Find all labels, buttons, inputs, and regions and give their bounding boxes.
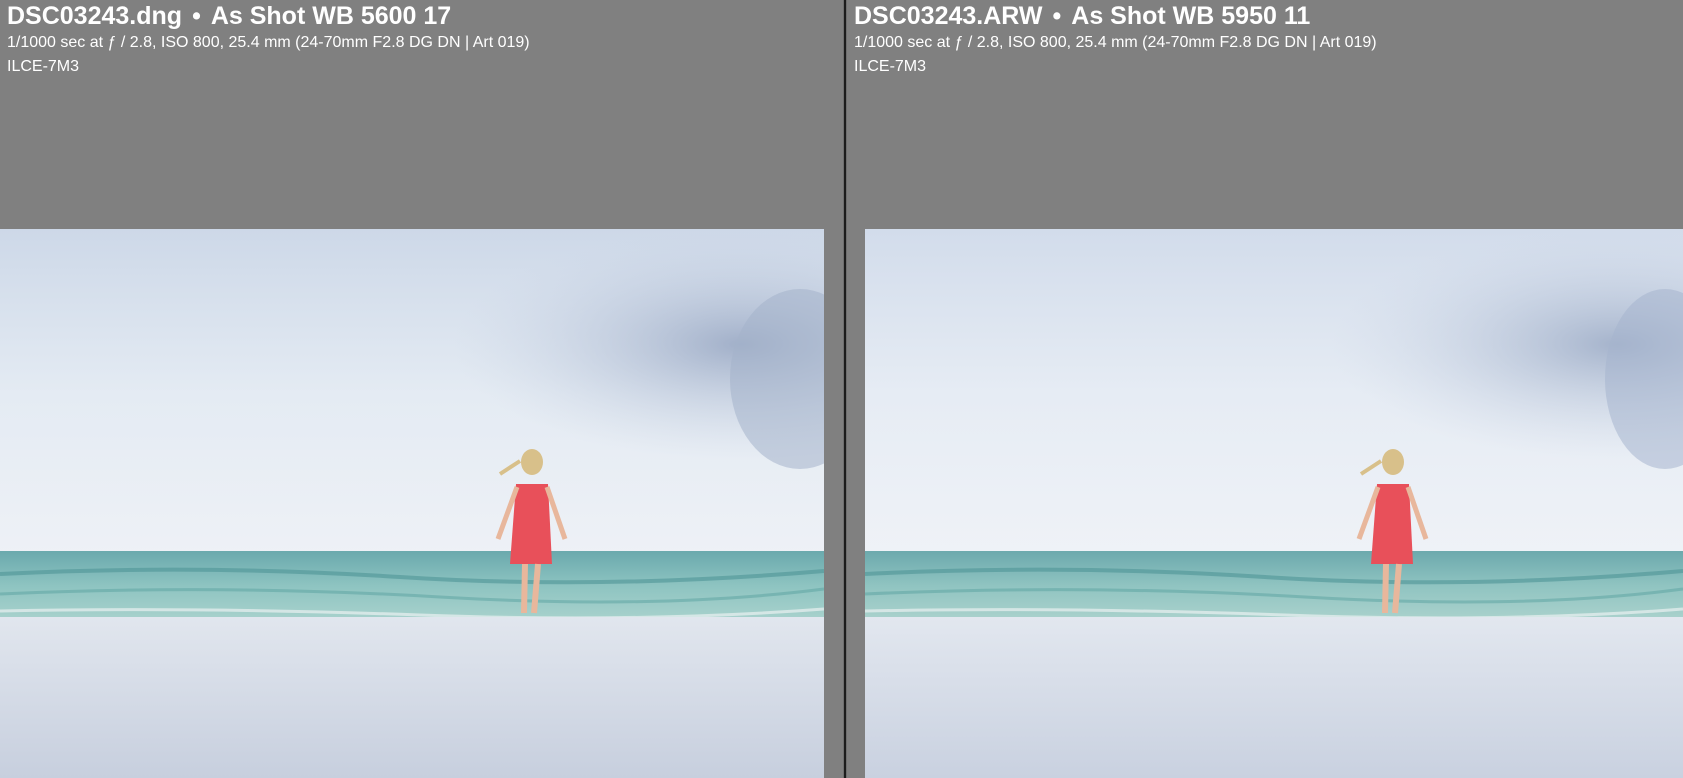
title-separator: • (192, 2, 201, 30)
camera-model: ILCE-7M3 (7, 58, 80, 75)
photo-info-overlay: DSC03243.dng • As Shot WB 5600 17 1/1000 s… (7, 0, 530, 79)
filename: DSC03243.ARW (854, 2, 1043, 30)
photo-title: DSC03243.dng • As Shot WB 5600 17 (7, 1, 530, 31)
camera-model: ILCE-7M3 (854, 58, 927, 75)
exposure-info: 1/1000 sec at ƒ / 2.8, ISO 800, 25.4 mm … (854, 34, 1377, 51)
exposure-info: 1/1000 sec at ƒ / 2.8, ISO 800, 25.4 mm … (7, 34, 530, 51)
candidate-panel[interactable]: DSC03243.ARW • As Shot WB 5950 11 1/1000 s… (847, 0, 1683, 778)
select-panel[interactable]: DSC03243.dng • As Shot WB 5600 17 1/1000 s… (0, 0, 843, 778)
photo-title: DSC03243.ARW • As Shot WB 5950 11 (854, 1, 1377, 31)
filename: DSC03243.dng (7, 2, 183, 30)
white-balance: As Shot WB 5950 11 (1071, 2, 1311, 30)
photo-preview[interactable] (0, 229, 824, 778)
photo-info-overlay: DSC03243.ARW • As Shot WB 5950 11 1/1000 s… (854, 0, 1377, 79)
photo-preview[interactable] (865, 229, 1683, 778)
white-balance: As Shot WB 5600 17 (210, 2, 452, 30)
beach-photo (865, 229, 1683, 778)
compare-view: DSC03243.dng • As Shot WB 5600 17 1/1000 s… (0, 0, 1683, 778)
title-separator: • (1052, 2, 1062, 30)
beach-photo (0, 229, 824, 778)
